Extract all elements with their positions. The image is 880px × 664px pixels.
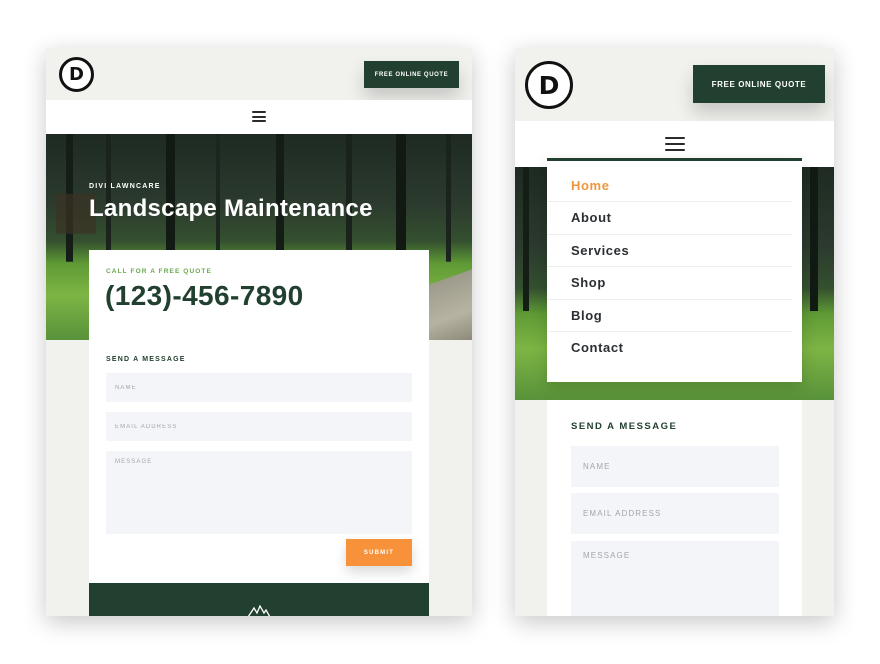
form-title: SEND A MESSAGE xyxy=(571,421,678,432)
form-title: SEND A MESSAGE xyxy=(106,356,186,363)
mobile-preview-right: D FREE ONLINE QUOTE Home About Services … xyxy=(515,48,834,616)
name-input[interactable] xyxy=(571,446,779,487)
logo-letter: D xyxy=(69,64,84,85)
menu-item-home[interactable]: Home xyxy=(547,170,792,203)
phone-number[interactable]: (123)-456-7890 xyxy=(105,280,304,312)
quote-card: CALL FOR A FREE QUOTE (123)-456-7890 SEN… xyxy=(89,250,429,616)
logo-letter: D xyxy=(538,70,560,100)
email-input[interactable] xyxy=(106,412,412,441)
free-quote-button[interactable]: FREE ONLINE QUOTE xyxy=(364,61,459,88)
call-label: CALL FOR A FREE QUOTE xyxy=(106,268,212,275)
name-input[interactable] xyxy=(106,373,412,402)
contact-form-card: SEND A MESSAGE xyxy=(547,400,802,616)
submit-button[interactable]: SUBMIT xyxy=(346,539,412,566)
divi-logo[interactable]: D xyxy=(525,61,573,109)
hamburger-menu-icon[interactable] xyxy=(252,111,266,122)
free-quote-button[interactable]: FREE ONLINE QUOTE xyxy=(693,65,825,103)
menu-item-services[interactable]: Services xyxy=(547,235,792,268)
mobile-preview-left: D FREE ONLINE QUOTE DIVI LAWNCARE Landsc… xyxy=(46,48,472,616)
menu-item-about[interactable]: About xyxy=(547,202,792,235)
dropdown-menu: Home About Services Shop Blog Contact xyxy=(547,158,802,382)
divi-logo[interactable]: D xyxy=(59,57,94,92)
mountain-icon xyxy=(247,605,271,616)
hero-kicker: DIVI LAWNCARE xyxy=(89,183,161,190)
message-textarea[interactable] xyxy=(106,451,412,534)
menu-item-contact[interactable]: Contact xyxy=(547,332,792,364)
site-header: D FREE ONLINE QUOTE xyxy=(46,48,472,100)
message-textarea[interactable] xyxy=(571,541,779,616)
mobile-nav-bar xyxy=(46,100,472,134)
menu-item-blog[interactable]: Blog xyxy=(547,300,792,332)
site-header: D FREE ONLINE QUOTE xyxy=(515,48,834,121)
email-input[interactable] xyxy=(571,493,779,534)
hamburger-menu-icon[interactable] xyxy=(665,137,685,151)
menu-item-shop[interactable]: Shop xyxy=(547,267,792,300)
hero-title: Landscape Maintenance xyxy=(89,195,373,222)
footer-strip xyxy=(89,583,429,616)
